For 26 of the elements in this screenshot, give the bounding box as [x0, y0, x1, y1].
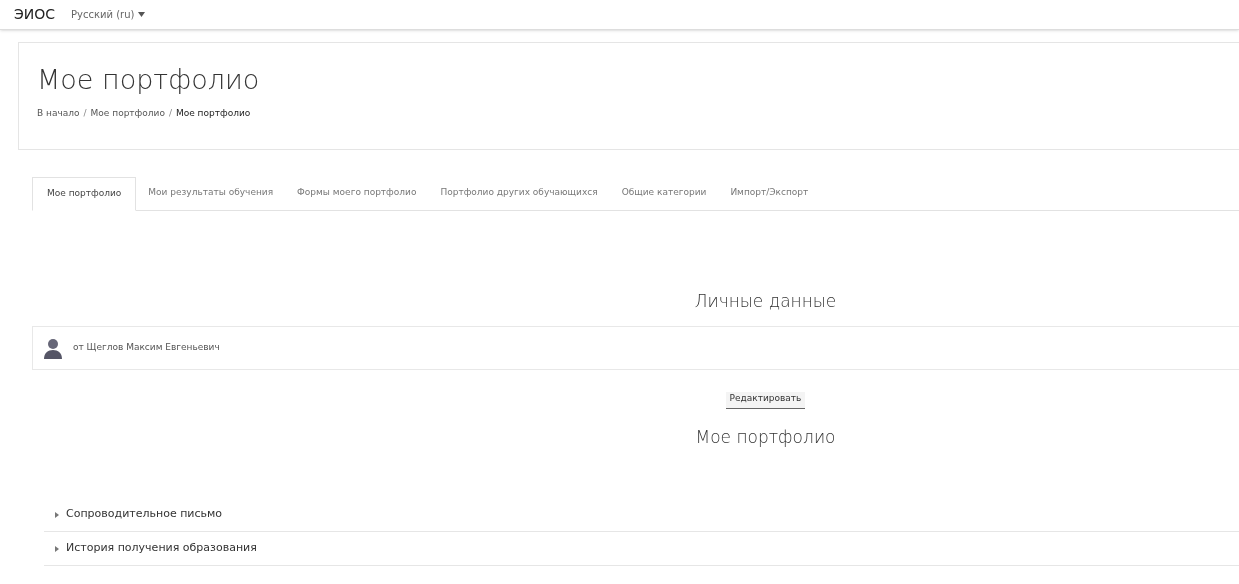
breadcrumb-link[interactable]: Мое портфолио [90, 106, 165, 121]
collapsible-section[interactable]: История получения образования [44, 532, 1239, 566]
author-name: от Щеглов Максим Евгеньевич [73, 341, 220, 355]
breadcrumb-link[interactable]: В начало [37, 106, 80, 121]
user-avatar-icon [43, 337, 63, 359]
tab[interactable]: Мои результаты обучения [136, 176, 286, 210]
tab[interactable]: Портфолио других обучающихся [428, 176, 610, 210]
section-label: Сопроводительное письмо [66, 506, 223, 523]
caret-icon [138, 12, 146, 17]
breadcrumb-link[interactable]: Мое портфолио [175, 106, 251, 121]
tab[interactable]: Формы моего портфолио [285, 176, 429, 210]
section-heading: Личные данные [694, 289, 837, 313]
tab[interactable]: Общие категории [609, 176, 719, 210]
site-brand-link[interactable]: ЭИОС [14, 4, 56, 25]
collapsible-section[interactable]: Сопроводительное письмо [44, 498, 1239, 532]
breadcrumb-separator: / [168, 106, 172, 120]
tab[interactable]: Импорт/Экспорт [718, 176, 821, 210]
breadcrumb-separator: / [83, 106, 87, 120]
section-label: История получения образования [66, 540, 257, 557]
expand-icon [54, 545, 60, 552]
section-heading: Мое портфолио [695, 425, 836, 449]
edit-button[interactable]: Редактировать [725, 392, 806, 409]
expand-icon [54, 511, 60, 518]
language-menu[interactable]: Русский (ru) [71, 7, 146, 22]
tab[interactable]: Мое портфолио [32, 177, 137, 211]
page-title: Мое портфолио [37, 63, 261, 97]
